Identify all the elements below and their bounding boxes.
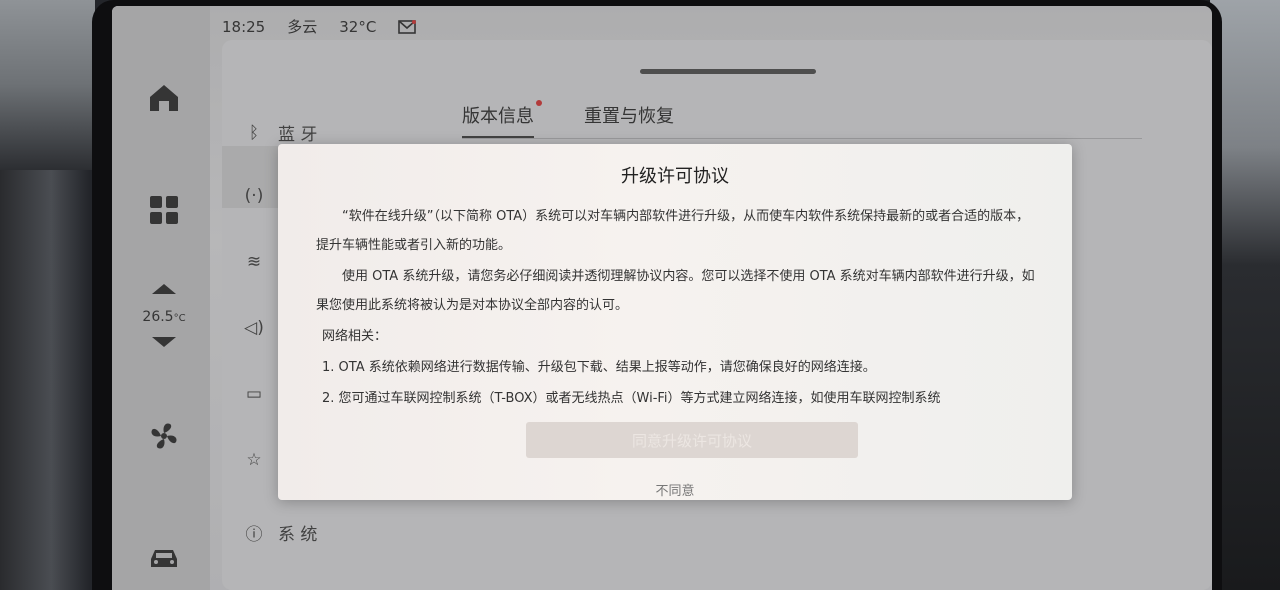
upgrade-license-dialog: 升级许可协议 “软件在线升级”（以下简称 OTA）系统可以对车辆内部软件进行升级… <box>278 144 1072 500</box>
dialog-paragraph: “软件在线升级”（以下简称 OTA）系统可以对车辆内部软件进行升级，从而使车内软… <box>316 209 1030 253</box>
dialog-body: “软件在线升级”（以下简称 OTA）系统可以对车辆内部软件进行升级，从而使车内软… <box>316 202 1036 415</box>
section-heading: 网络相关： <box>322 329 388 344</box>
window-glare-left <box>0 0 95 170</box>
list-item: 2. 您可通过车联网控制系统（T-BOX）或者无线热点（Wi-Fi）等方式建立网… <box>322 391 941 406</box>
list-item: 1. OTA 系统依赖网络进行数据传输、升级包下载、结果上报等动作，请您确保良好… <box>322 360 876 375</box>
infotainment-screen: 26.5°C 18:25 多云 32°C ᛒ 蓝 牙 (·) ≋ ◁) ▭ ☆ … <box>112 6 1212 590</box>
disagree-button[interactable]: 不同意 <box>278 480 1072 499</box>
dialog-paragraph: 使用 OTA 系统升级，请您务必仔细阅读并透彻理解协议内容。您可以选择不使用 O… <box>316 269 1035 313</box>
agree-button[interactable]: 同意升级许可协议 <box>526 422 858 458</box>
dialog-title: 升级许可协议 <box>621 166 729 187</box>
